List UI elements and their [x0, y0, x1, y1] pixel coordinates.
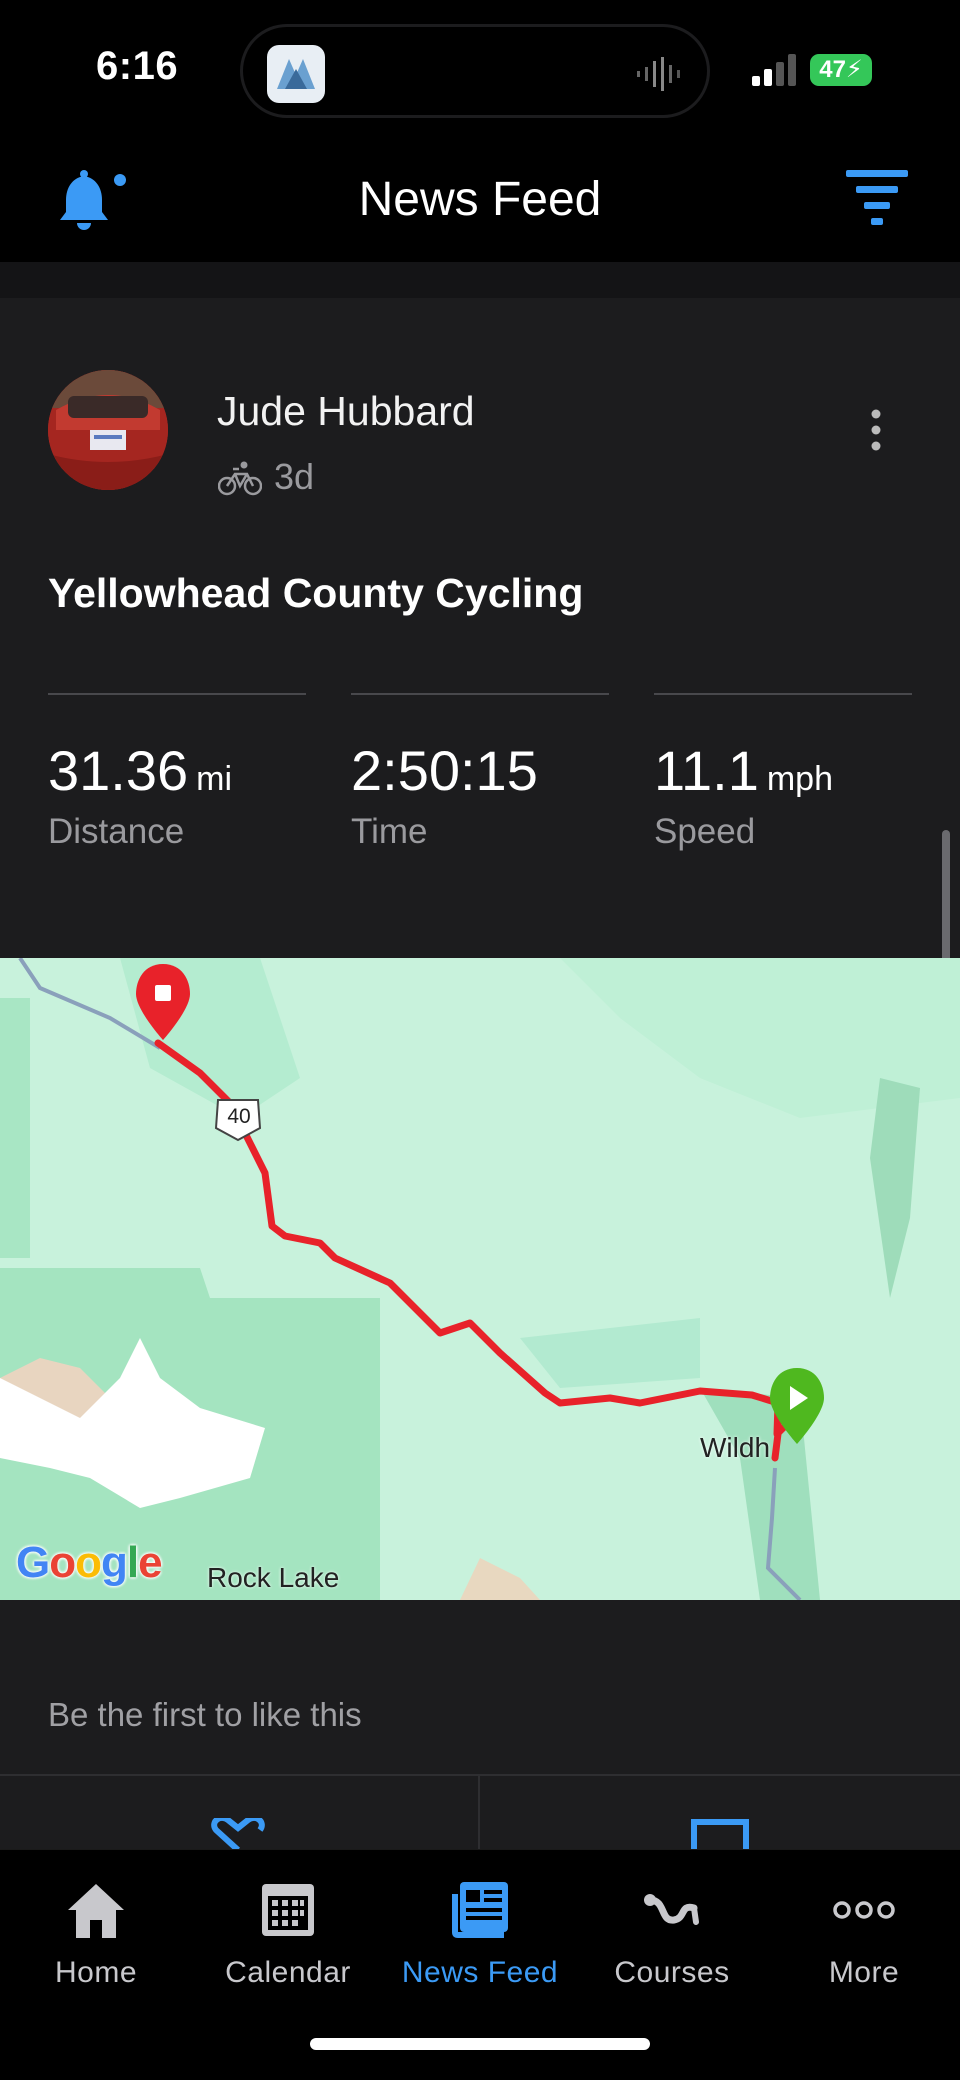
card-separator	[0, 262, 960, 298]
tab-courses-label: Courses	[614, 1956, 730, 1989]
speed-number: 11.1	[654, 739, 759, 802]
dynamic-island	[240, 24, 710, 118]
time-number: 2:50:15	[351, 739, 538, 802]
speed-label: Speed	[654, 812, 756, 851]
stat-divider	[351, 693, 609, 695]
time-value: 2:50:15	[351, 738, 538, 803]
place-label: Rock Lake	[207, 1562, 340, 1593]
more-options-icon[interactable]	[868, 408, 884, 452]
tab-home[interactable]: Home	[0, 1850, 192, 2000]
distance-label: Distance	[48, 812, 185, 851]
likes-summary: Be the first to like this	[48, 1696, 362, 1733]
highway-shield-label: 40	[227, 1105, 251, 1128]
page-title: News Feed	[358, 173, 602, 226]
stat-divider	[48, 693, 306, 695]
activity-title[interactable]: Yellowhead County Cycling	[48, 570, 583, 617]
status-time: 6:16	[96, 44, 179, 88]
place-label: Wildh	[700, 1432, 771, 1463]
tab-calendar-label: Calendar	[225, 1956, 351, 1989]
divider	[478, 1774, 480, 1849]
post-age: 3d	[274, 456, 315, 497]
tab-more-label: More	[828, 1956, 900, 1989]
news-feed-icon	[448, 1878, 512, 1942]
comment-icon[interactable]	[690, 1818, 750, 1850]
distance-value: 31.36 mi	[48, 738, 232, 803]
courses-icon	[640, 1878, 704, 1942]
speed-unit: mph	[766, 760, 833, 798]
tab-news-feed[interactable]: News Feed	[384, 1850, 576, 2000]
tab-calendar[interactable]: Calendar	[192, 1850, 384, 2000]
status-bar: 6:16 47⚡	[0, 0, 960, 140]
user-name[interactable]: Jude Hubbard	[217, 388, 475, 435]
header: News Feed	[0, 140, 960, 262]
like-icon[interactable]	[206, 1814, 270, 1853]
avatar[interactable]	[48, 370, 168, 490]
filter-icon[interactable]	[846, 170, 908, 226]
tab-more[interactable]: More	[768, 1850, 960, 2000]
battery-indicator: 47⚡	[810, 54, 872, 86]
tab-home-label: Home	[54, 1956, 138, 1989]
home-icon	[64, 1878, 128, 1942]
speed-value: 11.1 mph	[654, 738, 833, 803]
app-icon	[267, 45, 325, 103]
battery-level: 47	[819, 56, 846, 83]
tab-courses[interactable]: Courses	[576, 1850, 768, 2000]
calendar-icon	[256, 1878, 320, 1942]
more-icon	[832, 1878, 896, 1942]
google-attribution: Google	[16, 1538, 163, 1587]
audio-wave-icon	[635, 57, 685, 91]
cycling-icon	[217, 460, 263, 496]
signal-icon	[752, 54, 798, 86]
route-map[interactable]: 40 Wildh Rock Lake Google	[0, 958, 960, 1600]
tab-news-feed-label: News Feed	[401, 1956, 559, 1989]
divider	[0, 1774, 960, 1776]
distance-number: 31.36	[48, 739, 189, 802]
map-canvas	[0, 958, 960, 1600]
distance-unit: mi	[196, 760, 233, 798]
time-label: Time	[351, 812, 428, 851]
home-indicator[interactable]	[310, 2038, 650, 2050]
stat-divider	[654, 693, 912, 695]
